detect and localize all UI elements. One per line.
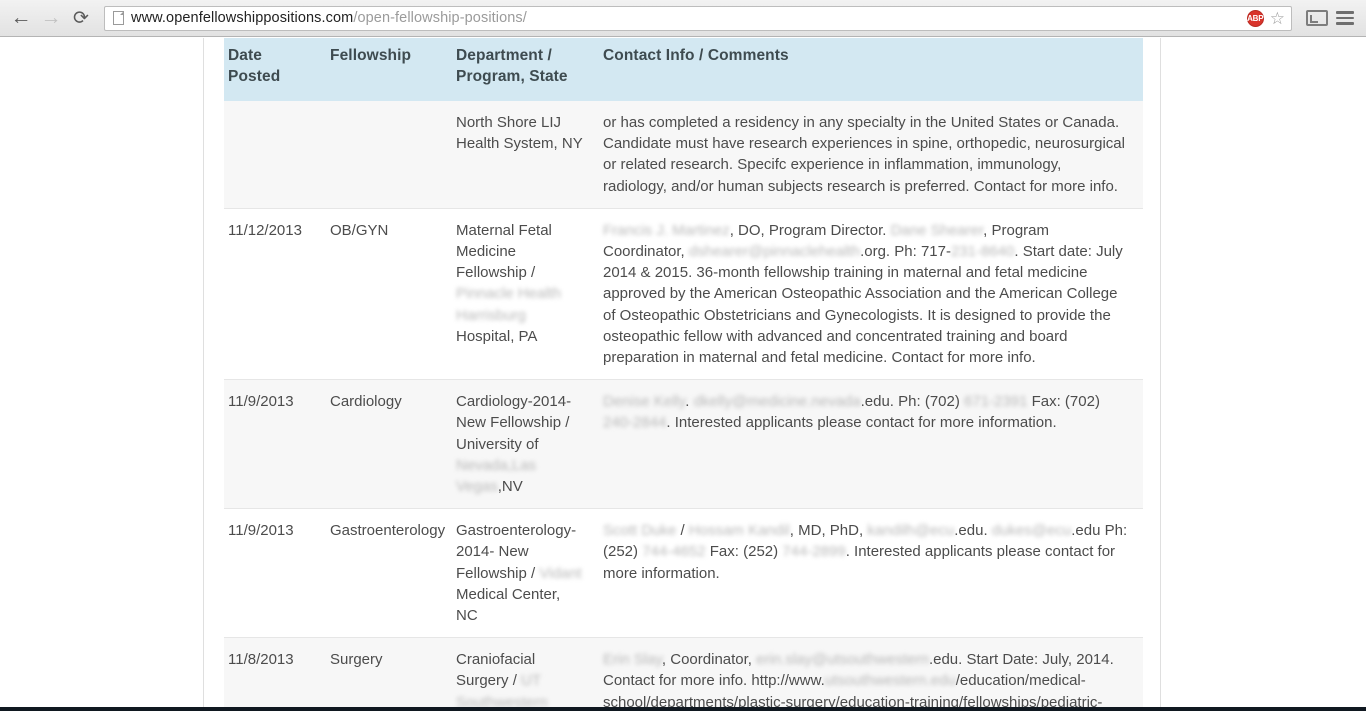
cell-fellowship: OB/GYN — [326, 208, 452, 381]
address-bar[interactable]: www.openfellowshippositions.com/open-fel… — [104, 5, 1292, 31]
reload-icon[interactable]: ⟳ — [66, 3, 96, 33]
contact-redacted-4[interactable]: utsouthwestern.edu — [825, 672, 956, 689]
adblock-plus-icon[interactable]: ABP — [1246, 9, 1264, 27]
contact-redacted-6[interactable]: 240-2844 — [603, 414, 666, 431]
contact-text-5: Fax: (702) — [1027, 393, 1100, 411]
contact-redacted-2[interactable]: Dane Shearer — [891, 222, 984, 239]
cell-department-program-state: Gastroenterology-2014- New Fellowship / … — [452, 508, 599, 639]
cell-date-posted: 11/8/2013 — [224, 637, 326, 707]
table-header-row: Date Posted Fellowship Department / Prog… — [224, 38, 1143, 101]
menu-bar-1 — [1336, 11, 1354, 14]
contact-redacted-2[interactable]: erin.slay@utsouthwestern — [756, 651, 929, 668]
cell-department-program-state: Maternal Fetal Medicine Fellowship / Pin… — [452, 208, 599, 381]
cell-date-posted: 11/9/2013 — [224, 508, 326, 639]
open-fellowship-positions-table: Date Posted Fellowship Department / Prog… — [224, 38, 1143, 707]
contact-text-3: , MD, PhD, — [789, 522, 868, 540]
contact-text-3: .edu. Ph: (702) — [860, 393, 965, 411]
contact-text-1: . — [685, 393, 694, 411]
contact-redacted-4[interactable]: dshearer@pinnaclehealth — [689, 243, 860, 260]
contact-text-5: .edu. — [954, 522, 992, 540]
bookmark-star-icon[interactable]: ☆ — [1270, 10, 1285, 27]
cell-department-program-state: North Shore LIJ Health System, NY — [452, 101, 599, 209]
department-text-2: Hospital, PA — [456, 327, 538, 345]
cell-fellowship — [326, 101, 452, 209]
browser-toolbar: ← → ⟳ www.openfellowshippositions.com/op… — [0, 0, 1366, 37]
department-redacted-1[interactable]: Pinnacle Health Harrisburg — [456, 285, 561, 323]
site-content-column: Date Posted Fellowship Department / Prog… — [203, 38, 1161, 707]
table-row: 11/8/2013 Surgery Craniofacial Surgery / U… — [224, 637, 1143, 707]
cell-date-posted: 11/12/2013 — [224, 208, 326, 381]
cell-date-posted — [224, 101, 326, 209]
department-text-0: Maternal Fetal Medicine Fellowship / — [456, 221, 552, 282]
bottom-edge-bar — [0, 707, 1366, 711]
cell-department-program-state: Cardiology-2014- New Fellowship / Univer… — [452, 379, 599, 510]
hamburger-menu-icon[interactable] — [1336, 8, 1354, 28]
department-redacted-1[interactable]: Vidant — [539, 565, 581, 582]
contact-redacted-6[interactable]: dukes@ecu — [992, 522, 1071, 539]
contact-redacted-0[interactable]: Francis J. Martinez — [603, 222, 730, 239]
contact-redacted-4[interactable]: kandilh@ecu — [867, 522, 954, 539]
contact-redacted-10[interactable]: 744-2899 — [782, 543, 845, 560]
page-document-icon — [113, 11, 124, 25]
cell-fellowship: Cardiology — [326, 379, 452, 510]
contact-text-0: or has completed a residency in any spec… — [603, 114, 1125, 195]
contact-redacted-2[interactable]: Hossam Kandil — [689, 522, 790, 539]
column-header-contact-info[interactable]: Contact Info / Comments — [599, 38, 1143, 101]
department-text-2: Medical Center, NC — [456, 585, 561, 625]
contact-text-1: , Coordinator, — [661, 651, 757, 669]
contact-redacted-0[interactable]: Denise Kelly — [603, 393, 685, 410]
url-text: www.openfellowshippositions.com/open-fel… — [131, 10, 1247, 26]
table-header: Date Posted Fellowship Department / Prog… — [224, 38, 1143, 101]
table-row: North Shore LIJ Health System, NY or has … — [224, 101, 1143, 209]
cell-contact-info-comments: Scott Duke / Hossam Kandil, MD, PhD, kan… — [599, 508, 1143, 639]
contact-text-7: . Interested applicants please contact f… — [666, 414, 1057, 432]
cell-contact-info-comments: Denise Kelly. dkelly@medicine.nevada.edu… — [599, 379, 1143, 510]
column-header-date-posted[interactable]: Date Posted — [224, 38, 326, 101]
contact-text-9: Fax: (252) — [705, 543, 783, 561]
column-header-fellowship[interactable]: Fellowship — [326, 38, 452, 101]
department-text-2: ,NV — [497, 478, 523, 496]
contact-redacted-0[interactable]: Erin Slay — [603, 651, 662, 668]
contact-redacted-4[interactable]: 671-2391 — [964, 393, 1027, 410]
contact-text-1: / — [676, 522, 689, 540]
menu-bar-2 — [1336, 16, 1354, 20]
cell-contact-info-comments: Erin Slay, Coordinator, erin.slay@utsout… — [599, 637, 1143, 707]
department-redacted-1[interactable]: Nevada,Las Vegas — [456, 457, 536, 495]
url-path: /open-fellowship-positions/ — [353, 10, 527, 26]
cell-fellowship: Surgery — [326, 637, 452, 707]
cell-department-program-state: Craniofacial Surgery / UT Southwestern M… — [452, 637, 599, 707]
contact-text-5: .org. Ph: 717- — [860, 243, 951, 261]
cell-fellowship: Gastroenterology — [326, 508, 452, 639]
table-row: 11/12/2013 OB/GYN Maternal Fetal Medicine … — [224, 208, 1143, 381]
cell-contact-info-comments: Francis J. Martinez, DO, Program Directo… — [599, 208, 1143, 381]
table-body: North Shore LIJ Health System, NY or has … — [224, 101, 1143, 707]
cell-contact-info-comments: or has completed a residency in any spec… — [599, 101, 1143, 209]
contact-redacted-2[interactable]: dkelly@medicine.nevada — [694, 393, 861, 410]
column-header-department[interactable]: Department / Program, State — [452, 38, 599, 101]
arrow-right-icon[interactable]: → — [36, 3, 66, 33]
table-row: 11/9/2013 Cardiology Cardiology-2014- New … — [224, 379, 1143, 510]
contact-text-1: , DO, Program Director. — [729, 221, 891, 239]
contact-redacted-6[interactable]: 231-8640 — [951, 243, 1014, 260]
arrow-left-icon[interactable]: ← — [6, 3, 36, 33]
cast-icon[interactable] — [1306, 10, 1328, 26]
url-host: www.openfellowshippositions.com — [131, 10, 354, 26]
menu-bar-3 — [1336, 22, 1354, 25]
cell-date-posted: 11/9/2013 — [224, 379, 326, 510]
department-text-0: Cardiology-2014- New Fellowship / Univer… — [456, 393, 572, 453]
page-viewport[interactable]: Date Posted Fellowship Department / Prog… — [0, 38, 1366, 707]
table-row: 11/9/2013 Gastroenterology Gastroenterolog… — [224, 508, 1143, 639]
contact-text-7: . Start date: July 2014 & 2015. 36-month… — [603, 243, 1123, 367]
contact-redacted-0[interactable]: Scott Duke — [603, 522, 676, 539]
contact-redacted-8[interactable]: 744-4652 — [642, 543, 705, 560]
